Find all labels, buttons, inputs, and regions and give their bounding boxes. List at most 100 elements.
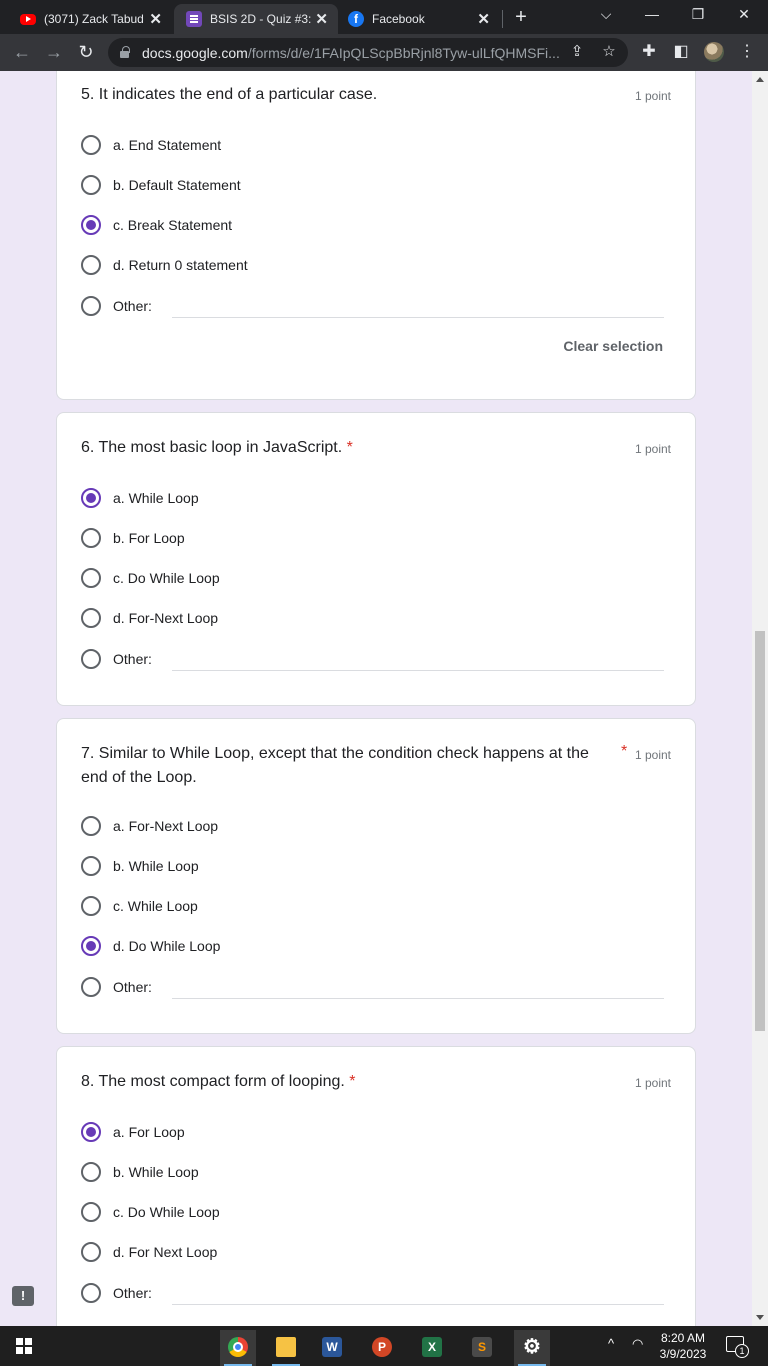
radio-button-selected[interactable] <box>81 1122 101 1142</box>
option-a[interactable]: a. For-Next Loop <box>81 814 218 838</box>
windows-taskbar: W P X S ⚙ ^ ◠ 8:20 AM 3/9/2023 1 <box>0 1326 768 1366</box>
share-icon[interactable]: ⇪ <box>566 42 588 62</box>
option-label: a. End Statement <box>113 137 222 153</box>
option-label: a. While Loop <box>113 490 199 506</box>
browser-tab-bar: (3071) Zack Tabudl ✕ BSIS 2D - Quiz #3: … <box>0 0 768 34</box>
option-a[interactable]: a. End Statement <box>81 133 221 157</box>
option-c[interactable]: c. Do While Loop <box>81 1200 220 1224</box>
radio-button[interactable] <box>81 255 101 275</box>
other-input[interactable] <box>172 998 664 999</box>
taskbar-settings[interactable]: ⚙ <box>514 1330 550 1366</box>
option-b[interactable]: b. While Loop <box>81 1160 199 1184</box>
menu-dots-icon[interactable]: ⋮ <box>736 41 758 63</box>
new-tab-button[interactable]: + <box>508 6 534 28</box>
option-b[interactable]: b. Default Statement <box>81 173 241 197</box>
option-c[interactable]: c. Do While Loop <box>81 566 220 590</box>
radio-button[interactable] <box>81 296 101 316</box>
form-page: 5. It indicates the end of a particular … <box>0 71 752 1326</box>
minimize-icon[interactable]: — <box>640 4 664 24</box>
radio-button[interactable] <box>81 175 101 195</box>
reload-icon[interactable]: ↻ <box>74 41 98 63</box>
option-c[interactable]: c. While Loop <box>81 894 198 918</box>
radio-button[interactable] <box>81 528 101 548</box>
radio-button[interactable] <box>81 856 101 876</box>
radio-button[interactable] <box>81 568 101 588</box>
option-label: b. While Loop <box>113 1164 199 1180</box>
taskbar-word[interactable]: W <box>314 1330 350 1366</box>
option-label: d. For Next Loop <box>113 1244 218 1260</box>
option-d[interactable]: d. Do While Loop <box>81 934 220 958</box>
other-input[interactable] <box>172 317 664 318</box>
tab-title: BSIS 2D - Quiz #3: <box>210 12 312 26</box>
excel-icon: X <box>422 1337 442 1357</box>
other-input[interactable] <box>172 670 664 671</box>
option-a[interactable]: a. While Loop <box>81 486 199 510</box>
restore-icon[interactable]: ❐ <box>686 4 710 24</box>
option-other[interactable]: Other: <box>81 294 152 318</box>
option-label: b. For Loop <box>113 530 185 546</box>
bookmark-star-icon[interactable]: ☆ <box>598 42 620 62</box>
option-other[interactable]: Other: <box>81 975 152 999</box>
clear-selection-button[interactable]: Clear selection <box>563 338 663 354</box>
option-a[interactable]: a. For Loop <box>81 1120 185 1144</box>
tab-search-icon[interactable]: ⌵ <box>594 4 618 24</box>
radio-button[interactable] <box>81 649 101 669</box>
system-clock[interactable]: 8:20 AM 3/9/2023 <box>656 1330 710 1362</box>
tab-bsis-quiz[interactable]: BSIS 2D - Quiz #3: ✕ <box>174 4 338 34</box>
tab-youtube[interactable]: (3071) Zack Tabudl ✕ <box>12 4 172 34</box>
option-other[interactable]: Other: <box>81 1281 152 1305</box>
taskbar-sublime[interactable]: S <box>464 1330 500 1366</box>
sublime-text-icon: S <box>472 1337 492 1357</box>
radio-button[interactable] <box>81 1283 101 1303</box>
option-other[interactable]: Other: <box>81 647 152 671</box>
taskbar-chrome[interactable] <box>220 1330 256 1366</box>
scrollbar-thumb[interactable] <box>755 631 765 1031</box>
radio-button[interactable] <box>81 135 101 155</box>
youtube-icon <box>20 13 36 25</box>
radio-button[interactable] <box>81 1242 101 1262</box>
radio-button-selected[interactable] <box>81 215 101 235</box>
close-icon[interactable]: ✕ <box>315 10 328 28</box>
forward-arrow-icon[interactable]: → <box>42 41 66 63</box>
radio-button[interactable] <box>81 608 101 628</box>
window-close-icon[interactable]: ✕ <box>732 4 756 24</box>
tray-chevron-icon[interactable]: ^ <box>608 1336 614 1351</box>
side-panel-icon[interactable]: ◧ <box>670 41 692 63</box>
windows-start-icon[interactable] <box>16 1338 32 1354</box>
taskbar-excel[interactable]: X <box>414 1330 450 1366</box>
wifi-icon[interactable]: ◠ <box>632 1336 643 1352</box>
option-b[interactable]: b. While Loop <box>81 854 199 878</box>
tab-facebook[interactable]: f Facebook ✕ <box>340 4 500 34</box>
option-c[interactable]: c. Break Statement <box>81 213 232 237</box>
required-asterisk: * <box>346 439 353 456</box>
taskbar-file-explorer[interactable] <box>268 1330 304 1366</box>
notification-badge: 1 <box>735 1344 749 1358</box>
option-b[interactable]: b. For Loop <box>81 526 185 550</box>
radio-button-selected[interactable] <box>81 936 101 956</box>
option-label: c. Do While Loop <box>113 570 220 586</box>
other-input[interactable] <box>172 1304 664 1305</box>
scroll-up-arrow-icon[interactable] <box>756 77 764 82</box>
close-icon[interactable]: ✕ <box>477 10 490 28</box>
radio-button[interactable] <box>81 977 101 997</box>
close-icon[interactable]: ✕ <box>149 10 162 28</box>
option-d[interactable]: d. For Next Loop <box>81 1240 217 1264</box>
option-label: c. Do While Loop <box>113 1204 220 1220</box>
radio-button[interactable] <box>81 816 101 836</box>
back-arrow-icon[interactable]: ← <box>10 41 34 63</box>
address-bar[interactable]: docs.google.com/forms/d/e/1FAIpQLScpBbRj… <box>108 38 628 67</box>
extensions-puzzle-icon[interactable]: ✚ <box>638 41 660 63</box>
taskbar-powerpoint[interactable]: P <box>364 1330 400 1366</box>
profile-avatar[interactable] <box>704 42 724 62</box>
page-scrollbar[interactable] <box>752 71 768 1326</box>
option-d[interactable]: d. For-Next Loop <box>81 606 218 630</box>
report-issue-button[interactable]: ! <box>12 1286 34 1306</box>
radio-button[interactable] <box>81 1162 101 1182</box>
facebook-icon: f <box>348 11 364 27</box>
radio-button-selected[interactable] <box>81 488 101 508</box>
tab-title: (3071) Zack Tabudl <box>44 12 144 26</box>
radio-button[interactable] <box>81 896 101 916</box>
option-d[interactable]: d. Return 0 statement <box>81 253 248 277</box>
radio-button[interactable] <box>81 1202 101 1222</box>
scroll-down-arrow-icon[interactable] <box>756 1315 764 1320</box>
